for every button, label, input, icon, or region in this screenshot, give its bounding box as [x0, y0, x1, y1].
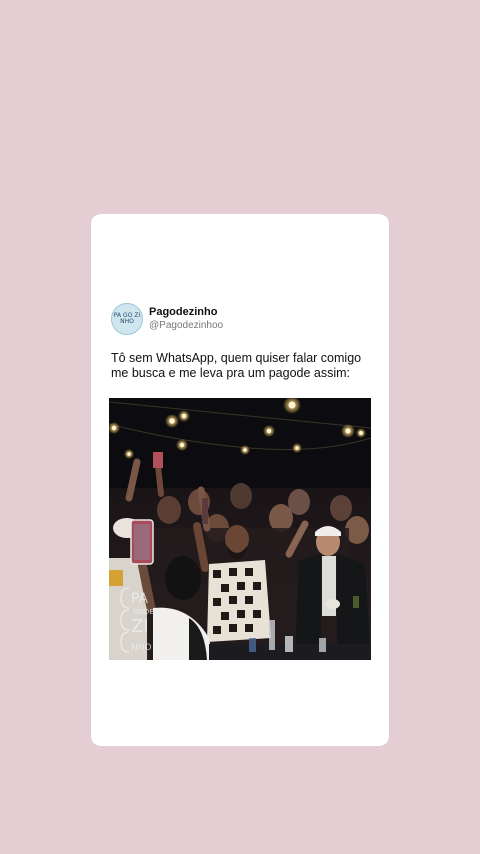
author-name[interactable]: Pagodezinho: [149, 306, 223, 319]
avatar[interactable]: PA GO ZI NHO: [111, 303, 143, 335]
post-image[interactable]: PA GODE ZI NHO: [109, 398, 371, 660]
post-text: Tô sem WhatsApp, quem quiser falar comig…: [111, 351, 362, 380]
author-handle[interactable]: @Pagodezinhoo: [149, 319, 223, 332]
watermark-pa: PA: [131, 591, 149, 607]
author-info: Pagodezinho @Pagodezinhoo: [149, 306, 223, 332]
watermark-zi: ZI: [131, 616, 149, 637]
party-photo: PA GODE ZI NHO: [109, 398, 371, 660]
post-card: PA GO ZI NHO Pagodezinho @Pagodezinhoo T…: [91, 214, 389, 746]
avatar-logo-text: PA GO ZI NHO: [113, 312, 141, 325]
watermark-nho: NHO: [131, 643, 152, 653]
watermark-gode: GODE: [133, 608, 154, 616]
post-header: PA GO ZI NHO Pagodezinho @Pagodezinhoo: [111, 303, 223, 335]
